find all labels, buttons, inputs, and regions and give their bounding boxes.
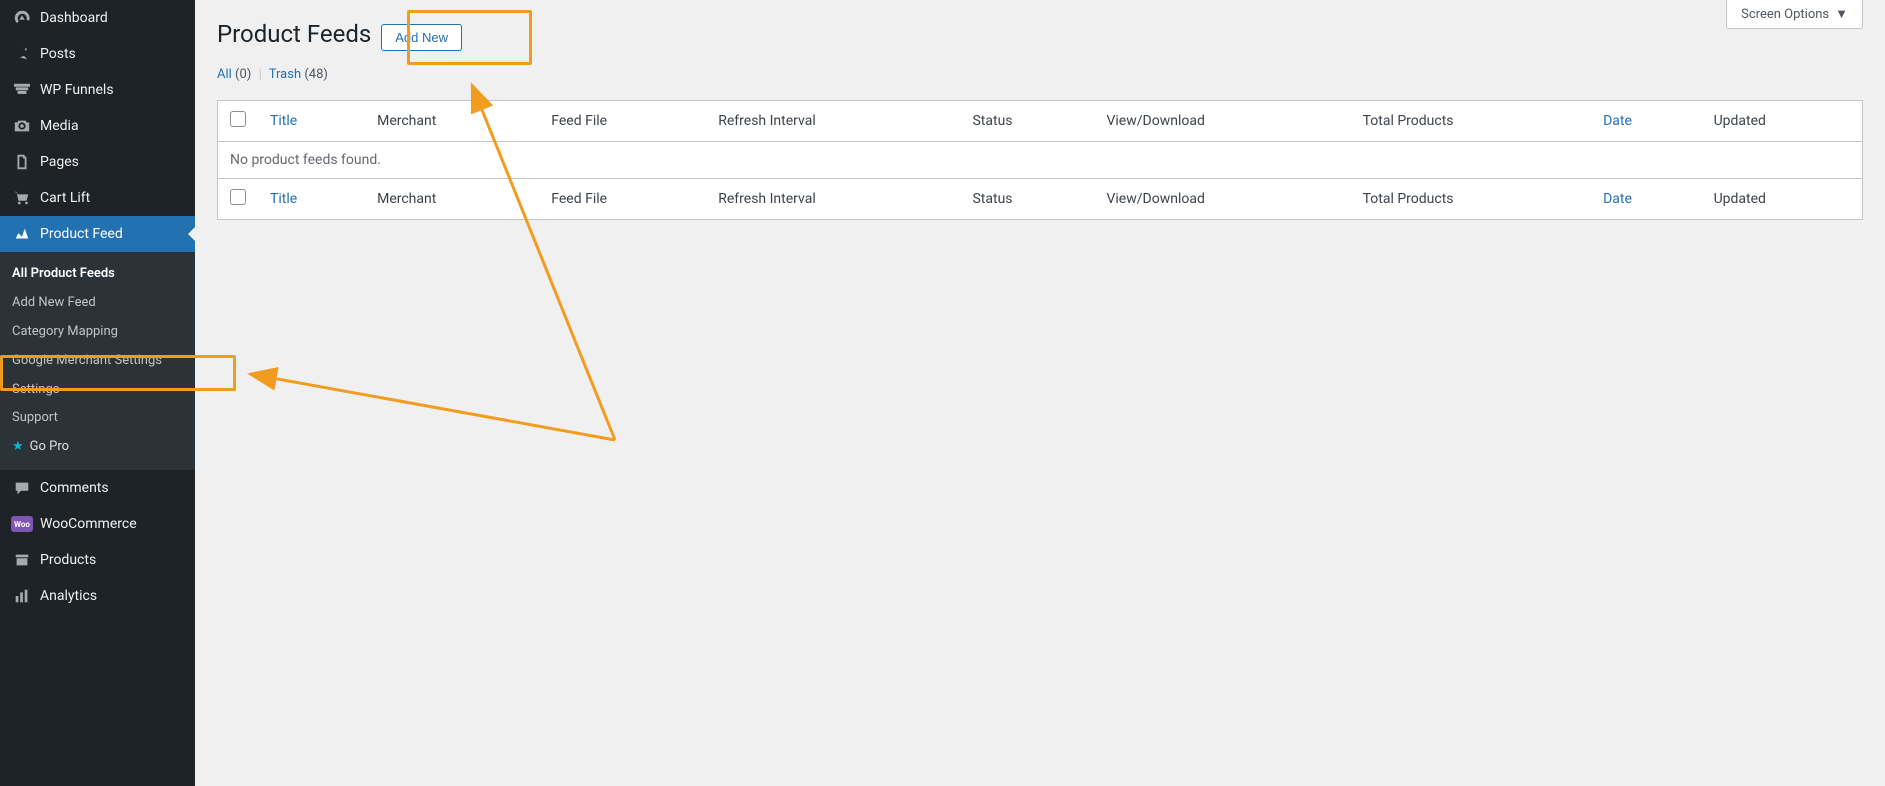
chevron-down-icon: ▼ bbox=[1835, 6, 1848, 22]
sidebar-item-media[interactable]: Media bbox=[0, 108, 195, 144]
archive-icon bbox=[10, 551, 34, 569]
menu-label: Products bbox=[34, 552, 96, 568]
col-refresh-footer: Refresh Interval bbox=[706, 179, 960, 220]
col-updated: Updated bbox=[1702, 101, 1863, 142]
submenu-all-feeds[interactable]: All Product Feeds bbox=[0, 260, 195, 289]
cart-icon bbox=[10, 189, 34, 207]
screen-options-label: Screen Options bbox=[1741, 7, 1829, 22]
sidebar-item-productfeed[interactable]: Product Feed bbox=[0, 216, 195, 252]
sidebar-item-wpfunnels[interactable]: WP Funnels bbox=[0, 72, 195, 108]
col-feedfile-footer: Feed File bbox=[539, 179, 706, 220]
pages-icon bbox=[10, 153, 34, 171]
page-title: Product Feeds bbox=[217, 20, 371, 48]
menu-label: Comments bbox=[34, 480, 109, 496]
funnel-icon bbox=[10, 81, 34, 99]
filter-all[interactable]: All bbox=[217, 67, 232, 82]
filter-all-count: (0) bbox=[235, 67, 251, 82]
gopro-label: Go Pro bbox=[30, 439, 69, 456]
col-merchant: Merchant bbox=[365, 101, 539, 142]
sidebar-item-comments[interactable]: Comments bbox=[0, 470, 195, 506]
filter-trash[interactable]: Trash bbox=[269, 67, 301, 82]
col-merchant-footer: Merchant bbox=[365, 179, 539, 220]
filter-separator: | bbox=[259, 67, 262, 82]
submenu-add-new-feed[interactable]: Add New Feed bbox=[0, 289, 195, 318]
col-date[interactable]: Date bbox=[1591, 101, 1702, 142]
camera-icon bbox=[10, 117, 34, 135]
filter-trash-count: (48) bbox=[304, 67, 328, 82]
submenu-google-merchant[interactable]: Google Merchant Settings bbox=[0, 347, 195, 376]
menu-label: WP Funnels bbox=[34, 82, 114, 98]
menu-label: Posts bbox=[34, 46, 76, 62]
woo-icon: Woo bbox=[10, 516, 34, 532]
menu-label: Cart Lift bbox=[34, 190, 90, 206]
col-title-footer[interactable]: Title bbox=[258, 179, 365, 220]
screen-options-button[interactable]: Screen Options ▼ bbox=[1726, 0, 1863, 29]
gauge-icon bbox=[10, 9, 34, 27]
menu-label: WooCommerce bbox=[34, 516, 137, 532]
feeds-table: Title Merchant Feed File Refresh Interva… bbox=[217, 100, 1863, 220]
page-heading-row: Product Feeds Add New bbox=[217, 10, 1863, 51]
sidebar-item-woocommerce[interactable]: Woo WooCommerce bbox=[0, 506, 195, 542]
col-viewdl: View/Download bbox=[1094, 101, 1350, 142]
col-date-footer[interactable]: Date bbox=[1591, 179, 1702, 220]
col-status-footer: Status bbox=[960, 179, 1094, 220]
list-filters: All (0) | Trash (48) bbox=[217, 67, 1863, 82]
submenu-go-pro[interactable]: ★ Go Pro bbox=[0, 433, 195, 462]
submenu-settings[interactable]: Settings bbox=[0, 376, 195, 405]
col-feedfile: Feed File bbox=[539, 101, 706, 142]
col-total: Total Products bbox=[1351, 101, 1591, 142]
sidebar-item-pages[interactable]: Pages bbox=[0, 144, 195, 180]
submenu-support[interactable]: Support bbox=[0, 404, 195, 433]
select-all-checkbox[interactable] bbox=[230, 111, 246, 127]
col-refresh: Refresh Interval bbox=[706, 101, 960, 142]
menu-label: Media bbox=[34, 118, 79, 134]
col-viewdl-footer: View/Download bbox=[1094, 179, 1350, 220]
menu-label: Analytics bbox=[34, 588, 97, 604]
chart-icon bbox=[10, 587, 34, 605]
empty-row: No product feeds found. bbox=[218, 142, 1863, 179]
admin-sidebar: Dashboard Posts WP Funnels Media Pages C… bbox=[0, 0, 195, 786]
comment-icon bbox=[10, 479, 34, 497]
menu-label: Pages bbox=[34, 154, 79, 170]
sidebar-item-analytics[interactable]: Analytics bbox=[0, 578, 195, 614]
star-icon: ★ bbox=[12, 439, 24, 456]
sidebar-item-cartlift[interactable]: Cart Lift bbox=[0, 180, 195, 216]
col-title[interactable]: Title bbox=[258, 101, 365, 142]
sidebar-item-dashboard[interactable]: Dashboard bbox=[0, 0, 195, 36]
sidebar-item-posts[interactable]: Posts bbox=[0, 36, 195, 72]
pushpin-icon bbox=[10, 45, 34, 63]
col-total-footer: Total Products bbox=[1351, 179, 1591, 220]
sidebar-item-products[interactable]: Products bbox=[0, 542, 195, 578]
col-status: Status bbox=[960, 101, 1094, 142]
productfeed-submenu: All Product Feeds Add New Feed Category … bbox=[0, 252, 195, 470]
col-updated-footer: Updated bbox=[1702, 179, 1863, 220]
feed-icon bbox=[10, 225, 34, 243]
submenu-category-mapping[interactable]: Category Mapping bbox=[0, 318, 195, 347]
menu-label: Product Feed bbox=[34, 226, 123, 242]
main-content: Screen Options ▼ Product Feeds Add New A… bbox=[195, 0, 1885, 786]
menu-label: Dashboard bbox=[34, 10, 108, 26]
select-all-checkbox-footer[interactable] bbox=[230, 189, 246, 205]
add-new-button[interactable]: Add New bbox=[381, 24, 462, 51]
